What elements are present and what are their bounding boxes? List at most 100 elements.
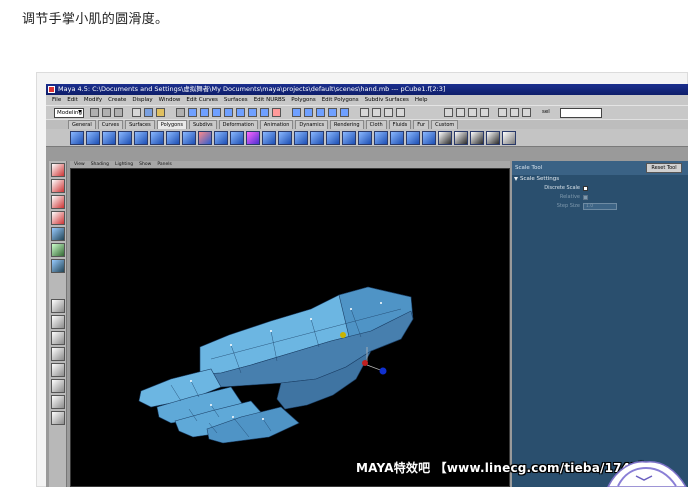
menu-display[interactable]: Display [132,95,152,105]
rotate-tool-icon[interactable] [51,211,65,225]
poly-mirror-icon[interactable] [214,131,228,145]
viewport-menu-show[interactable]: Show [139,161,151,168]
two-pane-layout-icon[interactable] [51,331,65,345]
select-component-icon[interactable] [156,108,165,117]
menu-subdiv-surfaces[interactable]: Subdiv Surfaces [365,95,409,105]
mask-deformations-icon[interactable] [224,108,233,117]
poly-combine-icon[interactable] [166,131,180,145]
menu-edit-nurbs[interactable]: Edit NURBS [254,95,286,105]
render-globals-icon[interactable] [396,108,405,117]
hypershade-layout-icon[interactable] [51,395,65,409]
shelf-tab-general[interactable]: General [68,120,96,129]
render-icon[interactable] [372,108,381,117]
new-scene-icon[interactable] [90,108,99,117]
viewport-menu-lighting[interactable]: Lighting [115,161,133,168]
last-tool-icon[interactable] [51,259,65,273]
ipr-render-icon[interactable] [384,108,393,117]
snap-grid-icon[interactable] [292,108,301,117]
save-scene-icon[interactable] [114,108,123,117]
four-pane-layout-icon[interactable] [51,315,65,329]
poly-uv-auto-icon[interactable] [486,131,500,145]
shelf-tab-fur[interactable]: Fur [413,120,430,129]
shelf-tab-fluids[interactable]: Fluids [388,120,412,129]
graph-layout-icon[interactable] [51,379,65,393]
poly-uv-cylindrical-icon[interactable] [454,131,468,145]
menu-edit[interactable]: Edit [67,95,78,105]
poly-boolean-icon[interactable] [198,131,212,145]
poly-cone-icon[interactable] [118,131,132,145]
3d-viewport[interactable] [70,168,510,487]
snap-live-icon[interactable] [340,108,349,117]
poly-delete-edge-icon[interactable] [390,131,404,145]
menu-surfaces[interactable]: Surfaces [224,95,248,105]
shelf-tab-animation[interactable]: Animation [259,120,294,129]
poly-sphere-icon[interactable] [70,131,84,145]
reset-tool-button[interactable]: Reset Tool [646,163,682,173]
menu-file[interactable]: File [52,95,61,105]
viewport-menu-shading[interactable]: Shading [91,161,109,168]
shelf-tab-polygons[interactable]: Polygons [156,120,187,129]
scale-tool-icon[interactable] [51,227,65,241]
poly-subdivide-icon[interactable] [326,131,340,145]
mask-curves-icon[interactable] [200,108,209,117]
quick-select-input[interactable] [560,108,602,118]
shelf-tab-cloth[interactable]: Cloth [365,120,387,129]
poly-merge-icon[interactable] [358,131,372,145]
viewport-menu-view[interactable]: View [74,161,85,168]
snap-point-icon[interactable] [316,108,325,117]
snap-view-icon[interactable] [328,108,337,117]
select-object-icon[interactable] [144,108,153,117]
open-scene-icon[interactable] [102,108,111,117]
shelf-tab-curves[interactable]: Curves [97,120,124,129]
step-size-field[interactable]: 1.0 [583,203,617,210]
poly-extrude-edge-icon[interactable] [278,131,292,145]
lock-selection-icon[interactable] [272,108,281,117]
snap-curve-icon[interactable] [304,108,313,117]
shelf-tab-subdivs[interactable]: Subdivs [189,120,217,129]
poly-separate-icon[interactable] [182,131,196,145]
mask-surfaces-icon[interactable] [212,108,221,117]
lasso-tool-icon[interactable] [51,179,65,193]
menu-help[interactable]: Help [415,95,428,105]
shelf-tab-rendering[interactable]: Rendering [330,120,364,129]
single-pane-layout-icon[interactable] [51,299,65,313]
poly-collapse-icon[interactable] [374,131,388,145]
input-output-icon[interactable] [444,108,453,117]
mask-dynamics-icon[interactable] [236,108,245,117]
stacked-pane-layout-icon[interactable] [51,347,65,361]
menu-edit-curves[interactable]: Edit Curves [186,95,218,105]
shelf-tab-custom[interactable]: Custom [431,120,459,129]
mask-rendering-icon[interactable] [248,108,257,117]
menu-create[interactable]: Create [108,95,126,105]
poly-append-icon[interactable] [406,131,420,145]
mask-joints-icon[interactable] [188,108,197,117]
poly-uv-editor-icon[interactable] [502,131,516,145]
poly-proxy-icon[interactable] [246,131,260,145]
poly-cube-icon[interactable] [86,131,100,145]
manipulator-y-handle[interactable] [340,332,346,338]
outliner-layout-icon[interactable] [51,363,65,377]
outliner-icon[interactable] [510,108,519,117]
viewport-menu-panels[interactable]: Panels [157,161,171,168]
poly-extrude-face-icon[interactable] [262,131,276,145]
manipulator-center-handle[interactable] [362,360,368,366]
mode-dropdown[interactable]: Modeling [54,108,84,118]
mask-misc-icon[interactable] [260,108,269,117]
poly-cylinder-icon[interactable] [102,131,116,145]
menu-edit-polygons[interactable]: Edit Polygons [322,95,359,105]
history-icon[interactable] [360,108,369,117]
menu-modify[interactable]: Modify [84,95,102,105]
mask-handles-icon[interactable] [176,108,185,117]
poly-create-icon[interactable] [422,131,436,145]
poly-bevel-icon[interactable] [294,131,308,145]
shelf-tab-dynamics[interactable]: Dynamics [295,120,329,129]
poly-smooth-icon[interactable] [230,131,244,145]
menu-polygons[interactable]: Polygons [291,95,315,105]
graph-icon[interactable] [498,108,507,117]
poly-torus-icon[interactable] [150,131,164,145]
poly-wedge-icon[interactable] [342,131,356,145]
menu-window[interactable]: Window [159,95,181,105]
manipulator-z-handle[interactable] [379,367,387,375]
relative-checkbox[interactable] [583,195,588,200]
hypergraph-icon[interactable] [522,108,531,117]
